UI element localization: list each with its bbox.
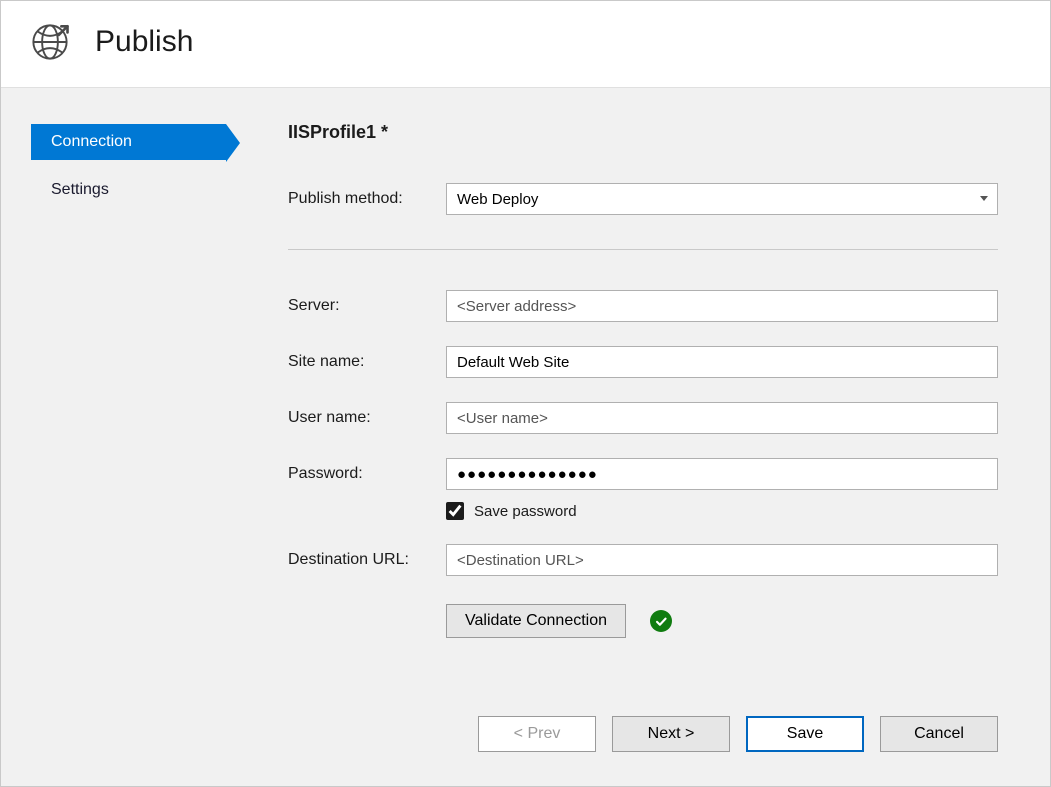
destination-url-input[interactable]: [446, 544, 998, 576]
publish-method-select[interactable]: Web Deploy: [446, 183, 998, 215]
dialog-title: Publish: [95, 25, 193, 59]
profile-title: IISProfile1 *: [288, 122, 998, 143]
validation-success-icon: [650, 610, 672, 632]
server-label: Server:: [288, 297, 446, 315]
dialog-header: Publish: [1, 1, 1050, 87]
nav-item-label: Connection: [51, 133, 132, 150]
user-name-label: User name:: [288, 409, 446, 427]
wizard-sidebar: Connection Settings: [1, 88, 256, 716]
publish-globe-icon: [29, 21, 71, 63]
nav-item-label: Settings: [51, 181, 109, 198]
save-password-label: Save password: [474, 503, 577, 520]
password-input[interactable]: [446, 458, 998, 490]
password-label: Password:: [288, 465, 446, 483]
save-button[interactable]: Save: [746, 716, 864, 752]
user-name-input[interactable]: [446, 402, 998, 434]
validate-connection-button[interactable]: Validate Connection: [446, 604, 626, 638]
prev-button[interactable]: < Prev: [478, 716, 596, 752]
nav-item-connection[interactable]: Connection: [31, 124, 226, 160]
save-password-checkbox[interactable]: [446, 502, 464, 520]
publish-method-label: Publish method:: [288, 190, 446, 208]
server-input[interactable]: [446, 290, 998, 322]
dialog-footer: < Prev Next > Save Cancel: [1, 716, 1050, 786]
site-name-label: Site name:: [288, 353, 446, 371]
next-button[interactable]: Next >: [612, 716, 730, 752]
site-name-input[interactable]: [446, 346, 998, 378]
section-divider: [288, 249, 998, 250]
destination-url-label: Destination URL:: [288, 551, 446, 569]
cancel-button[interactable]: Cancel: [880, 716, 998, 752]
nav-item-settings[interactable]: Settings: [31, 172, 129, 208]
wizard-main: IISProfile1 * Publish method: Web Deploy…: [256, 88, 1050, 716]
